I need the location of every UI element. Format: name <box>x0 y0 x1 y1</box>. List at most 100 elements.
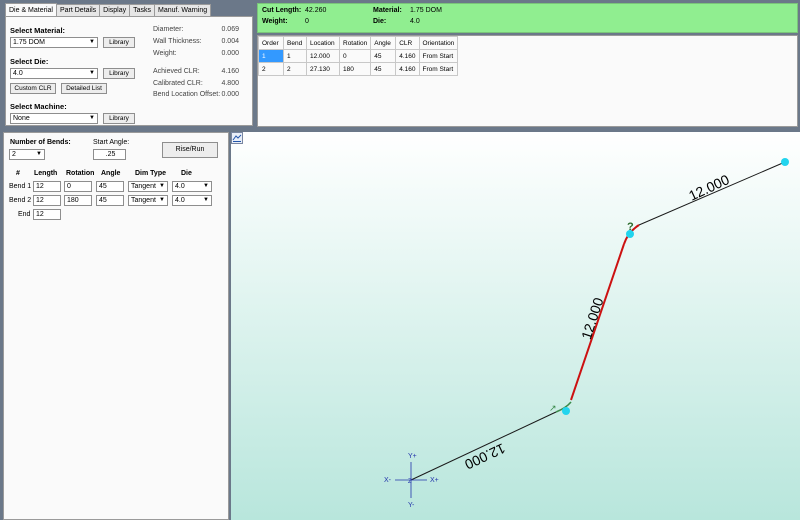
bend-1-rotation-input[interactable]: 0 <box>64 181 92 192</box>
table-cell[interactable]: 0 <box>338 49 372 63</box>
bend-table-panel: Order Bend Location Rotation Angle CLR O… <box>257 35 798 127</box>
tab-display[interactable]: Display <box>99 4 131 16</box>
weight-label: Weight: <box>262 18 288 25</box>
bend-1-dim-type-select[interactable]: Tangent ▼ <box>128 181 168 192</box>
bend-1-arrow-icon: ↗ <box>549 403 557 413</box>
bend-editor-panel: Number of Bends: 2 ▼ Start Angle: .25 Ri… <box>3 132 229 520</box>
table-row[interactable]: 1 1 12.000 0 45 4.160 From Start <box>258 49 459 63</box>
chevron-down-icon: ▼ <box>203 183 209 189</box>
prop-value: 0.069 <box>221 26 239 33</box>
tube-drawing: 12.000 12.000 12.000 ? ↗ Y+ Y- X+ X- Z <box>231 132 800 520</box>
bend-1-dim-type-value: Tangent <box>131 183 156 190</box>
table-cell[interactable]: 2 <box>258 62 284 76</box>
prop-bend-location-offset: Bend Location Offset: 0.000 <box>153 91 239 98</box>
num-bends-value: 2 <box>12 151 16 158</box>
rise-run-button[interactable]: Rise/Run <box>162 142 218 158</box>
column-header[interactable]: Orientation <box>418 36 459 50</box>
summary-bar: Cut Length: 42.260 Weight: 0 Material: 1… <box>257 3 798 33</box>
table-header-row: Order Bend Location Rotation Angle CLR O… <box>258 36 459 50</box>
bend-table: Order Bend Location Rotation Angle CLR O… <box>258 36 459 76</box>
bend-2-angle-input[interactable]: 45 <box>96 195 124 206</box>
die-label: Die: <box>373 18 387 25</box>
column-header[interactable]: Bend <box>283 36 307 50</box>
chevron-down-icon: ▼ <box>89 115 95 121</box>
material-library-button[interactable]: Library <box>103 37 135 48</box>
bend-1-node[interactable] <box>562 407 570 415</box>
table-cell[interactable]: 1 <box>283 49 307 63</box>
prop-wall-thickness: Wall Thickness: 0.004 <box>153 38 239 45</box>
tab-tasks[interactable]: Tasks <box>129 4 156 16</box>
column-header[interactable]: CLR <box>395 36 420 50</box>
y-plus-label: Y+ <box>408 453 417 460</box>
chevron-down-icon: ▼ <box>36 151 42 157</box>
end-length-input[interactable]: 12 <box>33 209 61 220</box>
table-cell[interactable]: 4.160 <box>395 62 420 76</box>
chevron-down-icon: ▼ <box>159 183 165 189</box>
bend-1-angle-input[interactable]: 45 <box>96 181 124 192</box>
prop-value: 0.004 <box>221 38 239 45</box>
prop-value: 0.000 <box>221 50 239 57</box>
end-node[interactable] <box>781 158 789 166</box>
column-header[interactable]: Order <box>258 36 284 50</box>
table-cell[interactable]: 180 <box>338 62 372 76</box>
view-reset-icon[interactable] <box>231 132 243 144</box>
column-header[interactable]: Rotation <box>338 36 372 50</box>
table-cell[interactable]: 45 <box>370 49 397 63</box>
material-select-value: 1.75 DOM <box>13 39 45 46</box>
table-cell[interactable]: 4.160 <box>395 49 420 63</box>
bend-2-dim-type-value: Tangent <box>131 197 156 204</box>
table-row[interactable]: 2 2 27.130 180 45 4.160 From Start <box>258 62 459 76</box>
col-header-number: # <box>16 170 20 177</box>
table-cell[interactable]: 12.000 <box>306 49 340 63</box>
table-cell[interactable]: 2 <box>283 62 307 76</box>
num-bends-label: Number of Bends: <box>10 139 71 146</box>
table-cell[interactable]: From Start <box>418 49 459 63</box>
prop-value: 0.000 <box>221 91 239 98</box>
table-cell[interactable]: From Start <box>418 62 459 76</box>
prop-value: 4.800 <box>221 80 239 87</box>
prop-label: Diameter: <box>153 26 184 33</box>
prop-weight: Weight: 0.000 <box>153 50 239 57</box>
tab-manuf-warning[interactable]: Manuf. Warning <box>154 4 212 16</box>
col-header-dim-type: Dim Type <box>135 170 166 177</box>
material-select[interactable]: 1.75 DOM ▼ <box>10 37 98 48</box>
bend-1-length-input[interactable]: 12 <box>33 181 61 192</box>
x-minus-label: X- <box>384 477 392 484</box>
bend-2-rotation-input[interactable]: 180 <box>64 195 92 206</box>
bend-2-length-input[interactable]: 12 <box>33 195 61 206</box>
prop-label: Bend Location Offset: <box>153 91 221 98</box>
bend-2-dim-type-select[interactable]: Tangent ▼ <box>128 195 168 206</box>
chevron-down-icon: ▼ <box>159 197 165 203</box>
tube-viewport[interactable]: 12.000 12.000 12.000 ? ↗ Y+ Y- X+ X- Z <box>231 132 800 520</box>
material-label: Material: <box>373 7 402 14</box>
die-material-panel: Select Material: 1.75 DOM ▼ Library Sele… <box>5 16 253 126</box>
die-library-button[interactable]: Library <box>103 68 135 79</box>
column-header[interactable]: Location <box>306 36 340 50</box>
start-angle-input[interactable]: .25 <box>93 149 126 160</box>
custom-clr-button[interactable]: Custom CLR <box>10 83 56 94</box>
chevron-down-icon: ▼ <box>89 39 95 45</box>
num-bends-select[interactable]: 2 ▼ <box>9 149 45 160</box>
detailed-list-button[interactable]: Detailed List <box>61 83 107 94</box>
start-angle-label: Start Angle: <box>93 139 130 146</box>
select-material-label: Select Material: <box>10 26 66 35</box>
die-select[interactable]: 4.0 ▼ <box>10 68 98 79</box>
column-header[interactable]: Angle <box>370 36 397 50</box>
machine-library-button[interactable]: Library <box>103 113 135 124</box>
col-header-angle: Angle <box>101 170 121 177</box>
select-die-label: Select Die: <box>10 57 49 66</box>
x-plus-label: X+ <box>430 477 439 484</box>
table-cell[interactable]: 45 <box>370 62 397 76</box>
tab-part-details[interactable]: Part Details <box>55 4 101 16</box>
die-select-value: 4.0 <box>13 70 23 77</box>
tab-die-material[interactable]: Die & Material <box>5 3 57 16</box>
prop-label: Achieved CLR: <box>153 68 200 75</box>
bend-1-die-value: 4.0 <box>175 183 185 190</box>
bend-1-die-select[interactable]: 4.0 ▼ <box>172 181 212 192</box>
bend-2-die-select[interactable]: 4.0 ▼ <box>172 195 212 206</box>
table-cell[interactable]: 1 <box>258 49 284 63</box>
z-axis-label: Z <box>408 479 412 485</box>
machine-select[interactable]: None ▼ <box>10 113 98 124</box>
prop-calibrated-clr: Calibrated CLR: 4.800 <box>153 80 239 87</box>
table-cell[interactable]: 27.130 <box>306 62 340 76</box>
